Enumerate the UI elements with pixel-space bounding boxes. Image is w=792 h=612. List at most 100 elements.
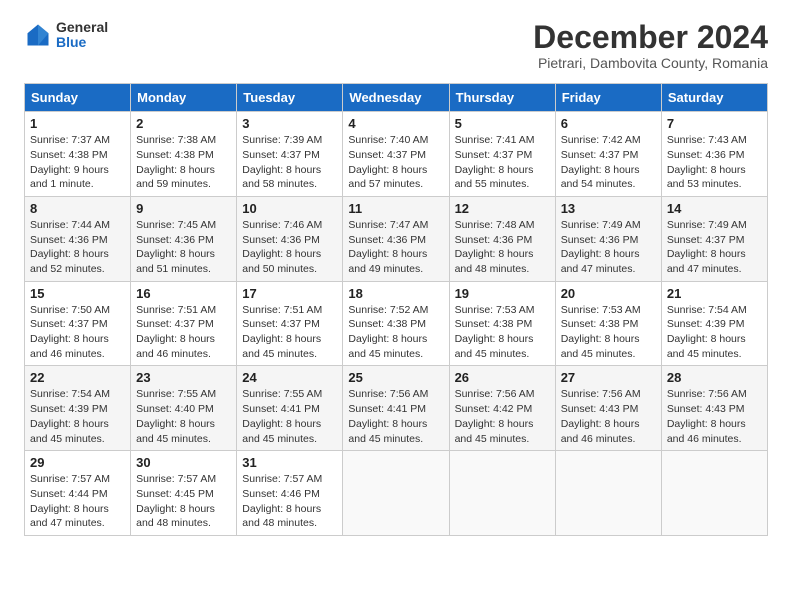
- title-block: December 2024 Pietrari, Dambovita County…: [533, 20, 768, 71]
- day-number: 1: [30, 116, 125, 131]
- day-number: 7: [667, 116, 762, 131]
- week-row-4: 22 Sunrise: 7:54 AM Sunset: 4:39 PM Dayli…: [25, 366, 768, 451]
- day-detail: Sunrise: 7:49 AM Sunset: 4:36 PM Dayligh…: [561, 218, 656, 277]
- calendar-cell: 16 Sunrise: 7:51 AM Sunset: 4:37 PM Dayli…: [131, 281, 237, 366]
- day-number: 11: [348, 201, 443, 216]
- page-subtitle: Pietrari, Dambovita County, Romania: [533, 55, 768, 71]
- week-row-3: 15Sunrise: 7:50 AM Sunset: 4:37 PM Dayli…: [25, 281, 768, 366]
- day-detail: Sunrise: 7:54 AM Sunset: 4:39 PM Dayligh…: [667, 303, 762, 362]
- day-detail: Sunrise: 7:43 AM Sunset: 4:36 PM Dayligh…: [667, 133, 762, 192]
- day-number: 19: [455, 286, 550, 301]
- day-detail: Sunrise: 7:40 AM Sunset: 4:37 PM Dayligh…: [348, 133, 443, 192]
- day-number: 21: [667, 286, 762, 301]
- calendar-cell: 13 Sunrise: 7:49 AM Sunset: 4:36 PM Dayli…: [555, 196, 661, 281]
- calendar-cell: 25 Sunrise: 7:56 AM Sunset: 4:41 PM Dayli…: [343, 366, 449, 451]
- day-number: 2: [136, 116, 231, 131]
- day-number: 29: [30, 455, 125, 470]
- week-row-5: 29Sunrise: 7:57 AM Sunset: 4:44 PM Dayli…: [25, 451, 768, 536]
- day-detail: Sunrise: 7:39 AM Sunset: 4:37 PM Dayligh…: [242, 133, 337, 192]
- calendar-cell: 8 Sunrise: 7:44 AM Sunset: 4:36 PM Daylig…: [25, 196, 131, 281]
- calendar-cell: 6 Sunrise: 7:42 AM Sunset: 4:37 PM Daylig…: [555, 112, 661, 197]
- day-detail: Sunrise: 7:57 AM Sunset: 4:46 PM Dayligh…: [242, 472, 337, 531]
- calendar-cell: 7 Sunrise: 7:43 AM Sunset: 4:36 PM Daylig…: [661, 112, 767, 197]
- day-number: 15: [30, 286, 125, 301]
- day-number: 4: [348, 116, 443, 131]
- calendar-cell: 3 Sunrise: 7:39 AM Sunset: 4:37 PM Daylig…: [237, 112, 343, 197]
- calendar-cell: 14Sunrise: 7:49 AM Sunset: 4:37 PM Dayli…: [661, 196, 767, 281]
- logo-icon: [24, 21, 52, 49]
- logo-text: General Blue: [56, 20, 108, 51]
- calendar-body: 1Sunrise: 7:37 AM Sunset: 4:38 PM Daylig…: [25, 112, 768, 536]
- calendar-cell: 18 Sunrise: 7:52 AM Sunset: 4:38 PM Dayli…: [343, 281, 449, 366]
- calendar-cell: 12 Sunrise: 7:48 AM Sunset: 4:36 PM Dayli…: [449, 196, 555, 281]
- calendar-cell: [449, 451, 555, 536]
- weekday-header-wednesday: Wednesday: [343, 84, 449, 112]
- weekday-header-row: SundayMondayTuesdayWednesdayThursdayFrid…: [25, 84, 768, 112]
- day-detail: Sunrise: 7:51 AM Sunset: 4:37 PM Dayligh…: [136, 303, 231, 362]
- day-number: 22: [30, 370, 125, 385]
- calendar-cell: 22 Sunrise: 7:54 AM Sunset: 4:39 PM Dayli…: [25, 366, 131, 451]
- day-number: 13: [561, 201, 656, 216]
- calendar-cell: 27 Sunrise: 7:56 AM Sunset: 4:43 PM Dayli…: [555, 366, 661, 451]
- calendar-cell: 26Sunrise: 7:56 AM Sunset: 4:42 PM Dayli…: [449, 366, 555, 451]
- calendar-cell: [661, 451, 767, 536]
- day-detail: Sunrise: 7:42 AM Sunset: 4:37 PM Dayligh…: [561, 133, 656, 192]
- calendar-cell: 24Sunrise: 7:55 AM Sunset: 4:41 PM Dayli…: [237, 366, 343, 451]
- logo: General Blue: [24, 20, 108, 51]
- day-detail: Sunrise: 7:56 AM Sunset: 4:43 PM Dayligh…: [667, 387, 762, 446]
- page-title: December 2024: [533, 20, 768, 55]
- weekday-header-sunday: Sunday: [25, 84, 131, 112]
- day-detail: Sunrise: 7:48 AM Sunset: 4:36 PM Dayligh…: [455, 218, 550, 277]
- calendar-cell: 15Sunrise: 7:50 AM Sunset: 4:37 PM Dayli…: [25, 281, 131, 366]
- day-detail: Sunrise: 7:56 AM Sunset: 4:41 PM Dayligh…: [348, 387, 443, 446]
- day-number: 6: [561, 116, 656, 131]
- day-number: 25: [348, 370, 443, 385]
- calendar-cell: [343, 451, 449, 536]
- day-number: 28: [667, 370, 762, 385]
- day-number: 9: [136, 201, 231, 216]
- day-number: 17: [242, 286, 337, 301]
- day-number: 24: [242, 370, 337, 385]
- day-number: 3: [242, 116, 337, 131]
- day-detail: Sunrise: 7:38 AM Sunset: 4:38 PM Dayligh…: [136, 133, 231, 192]
- day-detail: Sunrise: 7:45 AM Sunset: 4:36 PM Dayligh…: [136, 218, 231, 277]
- day-detail: Sunrise: 7:56 AM Sunset: 4:42 PM Dayligh…: [455, 387, 550, 446]
- day-detail: Sunrise: 7:53 AM Sunset: 4:38 PM Dayligh…: [455, 303, 550, 362]
- day-number: 27: [561, 370, 656, 385]
- day-detail: Sunrise: 7:41 AM Sunset: 4:37 PM Dayligh…: [455, 133, 550, 192]
- week-row-2: 8 Sunrise: 7:44 AM Sunset: 4:36 PM Daylig…: [25, 196, 768, 281]
- calendar-cell: 19 Sunrise: 7:53 AM Sunset: 4:38 PM Dayli…: [449, 281, 555, 366]
- day-number: 8: [30, 201, 125, 216]
- day-detail: Sunrise: 7:54 AM Sunset: 4:39 PM Dayligh…: [30, 387, 125, 446]
- calendar-table: SundayMondayTuesdayWednesdayThursdayFrid…: [24, 83, 768, 536]
- day-number: 12: [455, 201, 550, 216]
- day-number: 18: [348, 286, 443, 301]
- day-number: 10: [242, 201, 337, 216]
- day-number: 23: [136, 370, 231, 385]
- day-number: 14: [667, 201, 762, 216]
- calendar-cell: 1Sunrise: 7:37 AM Sunset: 4:38 PM Daylig…: [25, 112, 131, 197]
- day-detail: Sunrise: 7:47 AM Sunset: 4:36 PM Dayligh…: [348, 218, 443, 277]
- day-number: 31: [242, 455, 337, 470]
- weekday-header-saturday: Saturday: [661, 84, 767, 112]
- calendar-cell: 17Sunrise: 7:51 AM Sunset: 4:37 PM Dayli…: [237, 281, 343, 366]
- day-number: 30: [136, 455, 231, 470]
- calendar-header: SundayMondayTuesdayWednesdayThursdayFrid…: [25, 84, 768, 112]
- calendar-cell: 10 Sunrise: 7:46 AM Sunset: 4:36 PM Dayli…: [237, 196, 343, 281]
- calendar-cell: [555, 451, 661, 536]
- day-number: 16: [136, 286, 231, 301]
- calendar-cell: 23 Sunrise: 7:55 AM Sunset: 4:40 PM Dayli…: [131, 366, 237, 451]
- day-detail: Sunrise: 7:46 AM Sunset: 4:36 PM Dayligh…: [242, 218, 337, 277]
- day-detail: Sunrise: 7:55 AM Sunset: 4:40 PM Dayligh…: [136, 387, 231, 446]
- day-detail: Sunrise: 7:53 AM Sunset: 4:38 PM Dayligh…: [561, 303, 656, 362]
- calendar-cell: 2 Sunrise: 7:38 AM Sunset: 4:38 PM Daylig…: [131, 112, 237, 197]
- calendar-cell: 29Sunrise: 7:57 AM Sunset: 4:44 PM Dayli…: [25, 451, 131, 536]
- day-detail: Sunrise: 7:44 AM Sunset: 4:36 PM Dayligh…: [30, 218, 125, 277]
- calendar-cell: 11 Sunrise: 7:47 AM Sunset: 4:36 PM Dayli…: [343, 196, 449, 281]
- weekday-header-monday: Monday: [131, 84, 237, 112]
- day-detail: Sunrise: 7:56 AM Sunset: 4:43 PM Dayligh…: [561, 387, 656, 446]
- weekday-header-friday: Friday: [555, 84, 661, 112]
- day-detail: Sunrise: 7:52 AM Sunset: 4:38 PM Dayligh…: [348, 303, 443, 362]
- weekday-header-tuesday: Tuesday: [237, 84, 343, 112]
- day-number: 5: [455, 116, 550, 131]
